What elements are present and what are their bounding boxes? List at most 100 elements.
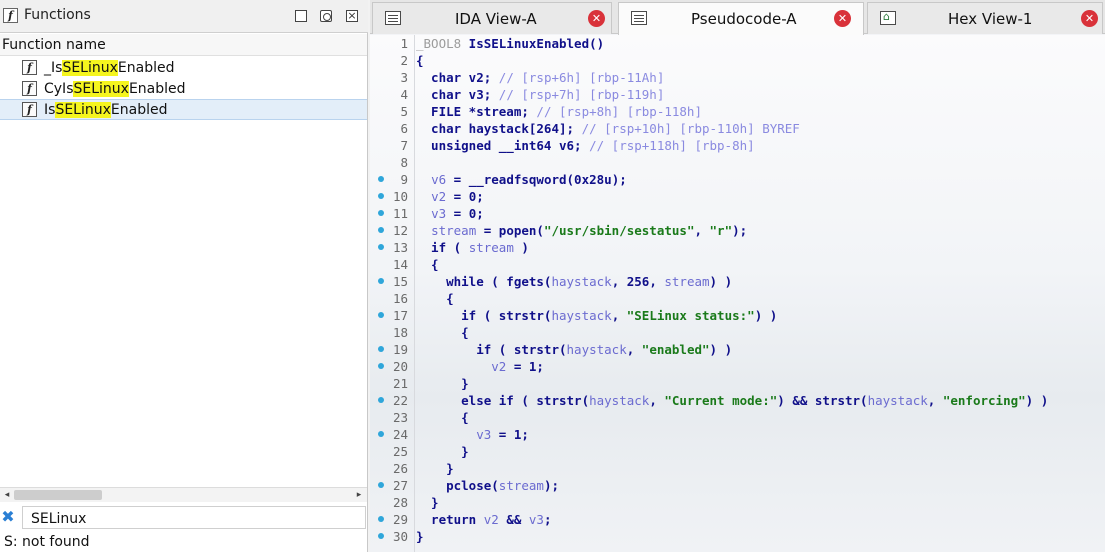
filter-input[interactable] xyxy=(22,506,366,529)
code-line[interactable]: 20 v2 = 1; xyxy=(370,358,1105,375)
code-text: { xyxy=(416,410,469,425)
code-line[interactable]: 4 char v3; // [rsp+7h] [rbp-119h] xyxy=(370,86,1105,103)
line-number: 29 xyxy=(392,512,408,527)
line-number: 7 xyxy=(400,138,408,153)
code-text: else if ( strstr(haystack, "Current mode… xyxy=(416,393,1049,408)
tab-hex-view-1[interactable]: Hex View-1 ✕ xyxy=(867,2,1103,34)
line-number: 30 xyxy=(392,529,408,544)
horizontal-scrollbar[interactable]: ◂ ▸ xyxy=(0,487,367,502)
code-area: IDA View-A ✕ Pseudocode-A ✕ Hex View-1 ✕… xyxy=(370,0,1105,552)
line-number: 2 xyxy=(400,53,408,68)
code-line[interactable]: 3 char v2; // [rsp+6h] [rbp-11Ah] xyxy=(370,69,1105,86)
search-match-highlight: SELinux xyxy=(62,60,118,76)
line-number: 16 xyxy=(392,291,408,306)
code-text: } xyxy=(416,444,469,459)
code-text: } xyxy=(416,376,469,391)
code-line[interactable]: 2{ xyxy=(370,52,1105,69)
close-panel-button[interactable]: × xyxy=(346,10,358,22)
code-line[interactable]: 25 } xyxy=(370,443,1105,460)
scroll-left-arrow-icon[interactable]: ◂ xyxy=(0,488,14,502)
code-line[interactable]: 27 pclose(stream); xyxy=(370,477,1105,494)
code-line[interactable]: 15 while ( fgets(haystack, 256, stream) … xyxy=(370,273,1105,290)
code-text: if ( strstr(haystack, "enabled") ) xyxy=(416,342,733,357)
code-line[interactable]: 7 unsigned __int64 v6; // [rsp+118h] [rb… xyxy=(370,137,1105,154)
functions-panel: f Functions × Function name f _IsSELinuxE… xyxy=(0,0,368,552)
code-line[interactable]: 16 { xyxy=(370,290,1105,307)
line-number: 10 xyxy=(392,189,408,204)
code-text: char v2; // [rsp+6h] [rbp-11Ah] xyxy=(416,70,665,85)
close-tab-icon[interactable]: ✕ xyxy=(588,10,605,27)
code-line[interactable]: 23 { xyxy=(370,409,1105,426)
line-number: 5 xyxy=(400,104,408,119)
code-line[interactable]: 1 _BOOL8 IsSELinuxEnabled() xyxy=(370,35,1105,52)
code-line[interactable]: 6 char haystack[264]; // [rsp+10h] [rbp-… xyxy=(370,120,1105,137)
line-number: 17 xyxy=(392,308,408,323)
list-icon xyxy=(631,11,647,25)
code-line[interactable]: 14 { xyxy=(370,256,1105,273)
functions-panel-title: Functions xyxy=(24,7,91,23)
minimize-button[interactable] xyxy=(295,10,307,22)
code-line[interactable]: 19 if ( strstr(haystack, "enabled") ) xyxy=(370,341,1105,358)
function-icon: f xyxy=(22,81,37,96)
code-line[interactable]: 9 v6 = __readfsqword(0x28u); xyxy=(370,171,1105,188)
code-line[interactable]: 12 stream = popen("/usr/sbin/sestatus", … xyxy=(370,222,1105,239)
tab-label: Pseudocode-A xyxy=(691,10,797,28)
code-text: if ( strstr(haystack, "SELinux status:")… xyxy=(416,308,778,323)
code-line[interactable]: 24 v3 = 1; xyxy=(370,426,1105,443)
code-line[interactable]: 30} xyxy=(370,528,1105,545)
function-icon: f xyxy=(22,60,37,75)
line-number: 14 xyxy=(392,257,408,272)
line-number: 3 xyxy=(400,70,408,85)
pseudocode-view[interactable]: 1 _BOOL8 IsSELinuxEnabled() 2{3 char v2; /… xyxy=(370,35,1105,552)
clear-filter-icon[interactable]: ✖ xyxy=(0,508,16,526)
line-number: 26 xyxy=(392,461,408,476)
line-number: 27 xyxy=(392,478,408,493)
code-text: if ( stream ) xyxy=(416,240,529,255)
close-tab-icon[interactable]: ✕ xyxy=(834,10,851,27)
function-row[interactable]: f IsSELinuxEnabled xyxy=(0,99,367,120)
code-text: v2 = 0; xyxy=(431,189,484,204)
code-line[interactable]: 26 } xyxy=(370,460,1105,477)
code-line[interactable]: 18 { xyxy=(370,324,1105,341)
tab-pseudocode-a[interactable]: Pseudocode-A ✕ xyxy=(618,2,864,35)
scroll-right-arrow-icon[interactable]: ▸ xyxy=(352,488,366,502)
close-tab-icon[interactable]: ✕ xyxy=(1081,10,1098,27)
code-line[interactable]: 10 v2 = 0; xyxy=(370,188,1105,205)
code-text: } xyxy=(416,529,424,544)
function-name: _IsSELinuxEnabled xyxy=(44,60,175,76)
code-text: { xyxy=(416,291,454,306)
functions-panel-titlebar: f Functions × xyxy=(0,0,368,33)
tab-bar: IDA View-A ✕ Pseudocode-A ✕ Hex View-1 ✕ xyxy=(370,0,1105,35)
code-text: return v2 && v3; xyxy=(416,512,552,527)
code-text: stream = popen("/usr/sbin/sestatus", "r"… xyxy=(431,223,748,238)
float-panel-button[interactable] xyxy=(320,10,332,22)
code-line[interactable]: 29 return v2 && v3; xyxy=(370,511,1105,528)
code-text: v3 = 0; xyxy=(431,206,484,221)
line-number: 25 xyxy=(392,444,408,459)
code-line[interactable]: 22 else if ( strstr(haystack, "Current m… xyxy=(370,392,1105,409)
function-row[interactable]: f _IsSELinuxEnabled xyxy=(0,58,367,79)
code-line[interactable]: 11 v3 = 0; xyxy=(370,205,1105,222)
search-match-highlight: SELinux xyxy=(73,81,129,97)
quick-filter-bar: ✖ xyxy=(0,506,367,530)
search-status: S: not found xyxy=(4,534,90,550)
tab-ida-view-a[interactable]: IDA View-A ✕ xyxy=(372,2,612,34)
line-number: 6 xyxy=(400,121,408,136)
tab-label: Hex View-1 xyxy=(948,10,1033,28)
code-line[interactable]: 28 } xyxy=(370,494,1105,511)
code-line[interactable]: 8 xyxy=(370,154,1105,171)
line-number: 19 xyxy=(392,342,408,357)
function-row[interactable]: f CyIsSELinuxEnabled xyxy=(0,79,367,100)
line-number: 4 xyxy=(400,87,408,102)
code-line[interactable]: 13 if ( stream ) xyxy=(370,239,1105,256)
tab-label: IDA View-A xyxy=(455,10,537,28)
code-text: unsigned __int64 v6; // [rsp+118h] [rbp-… xyxy=(416,138,755,153)
code-line[interactable]: 5 FILE *stream; // [rsp+8h] [rbp-118h] xyxy=(370,103,1105,120)
code-line[interactable]: 17 if ( strstr(haystack, "SELinux status… xyxy=(370,307,1105,324)
column-header-function-name[interactable]: Function name xyxy=(0,34,367,56)
code-line[interactable]: 21 } xyxy=(370,375,1105,392)
code-text: } xyxy=(416,495,439,510)
scrollbar-thumb[interactable] xyxy=(14,490,102,500)
code-text: v2 = 1; xyxy=(491,359,544,374)
line-number: 23 xyxy=(392,410,408,425)
